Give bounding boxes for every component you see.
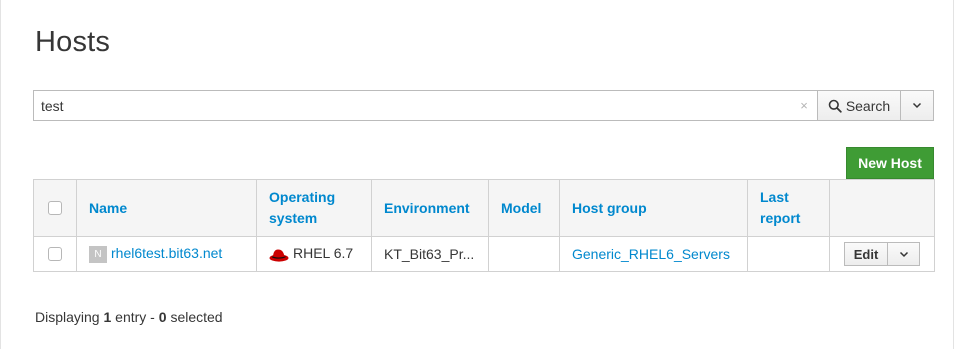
column-header-actions (829, 179, 935, 237)
os-cell: RHEL 6.7 (256, 236, 372, 272)
last-report-cell (747, 236, 830, 272)
column-header-last-report[interactable]: Last report (747, 179, 830, 237)
model-cell (488, 236, 560, 272)
column-header-os[interactable]: Operating system (256, 179, 372, 237)
pagination-summary: Displaying 1 entry - 0 selected (35, 309, 223, 325)
chevron-down-icon (899, 251, 908, 257)
column-header-name[interactable]: Name (76, 179, 257, 237)
search-bar: × Search (33, 90, 934, 121)
environment-cell: KT_Bit63_Pr... (371, 236, 489, 272)
row-actions-dropdown[interactable] (888, 242, 921, 266)
row-action-group: Edit (842, 242, 922, 266)
clear-search-icon[interactable]: × (789, 90, 819, 121)
column-header-environment[interactable]: Environment (371, 179, 489, 237)
selected-count: 0 (158, 309, 167, 325)
search-button-label: Search (845, 97, 891, 114)
row-checkbox[interactable] (48, 247, 62, 261)
os-name: RHEL 6.7 (293, 245, 354, 262)
page-frame: Hosts × Search New Host (0, 0, 954, 349)
entry-count: 1 (103, 309, 112, 325)
row-actions-cell: Edit (829, 236, 935, 272)
page-title: Hosts (35, 26, 111, 58)
search-options-button[interactable] (901, 90, 934, 121)
row-select-cell (33, 236, 77, 272)
host-name-link[interactable]: rhel6test.bit63.net (111, 245, 222, 261)
column-header-hostgroup[interactable]: Host group (559, 179, 748, 237)
search-icon (828, 99, 842, 113)
summary-suffix: selected (170, 309, 223, 325)
host-status-badge: N (89, 245, 107, 263)
edit-button[interactable]: Edit (843, 242, 889, 266)
chevron-down-icon (912, 102, 922, 109)
search-button[interactable]: Search (817, 90, 901, 121)
new-host-button[interactable]: New Host (846, 147, 934, 179)
hosts-table: Name Operating system Environment Model … (33, 179, 935, 272)
table-header-row: Name Operating system Environment Model … (33, 179, 935, 237)
host-name-cell: Nrhel6test.bit63.net (76, 236, 257, 272)
search-input[interactable] (33, 90, 817, 121)
summary-middle: entry - (115, 309, 155, 325)
table-row: Nrhel6test.bit63.net RHEL 6.7 KT_Bit63_P… (33, 236, 935, 272)
column-header-model[interactable]: Model (488, 179, 560, 237)
select-all-cell (33, 179, 77, 237)
select-all-checkbox[interactable] (48, 201, 62, 215)
redhat-logo-icon (269, 249, 289, 262)
summary-prefix: Displaying (35, 309, 100, 325)
hostgroup-cell: Generic_RHEL6_Servers (559, 236, 748, 272)
hostgroup-link[interactable]: Generic_RHEL6_Servers (572, 246, 730, 262)
